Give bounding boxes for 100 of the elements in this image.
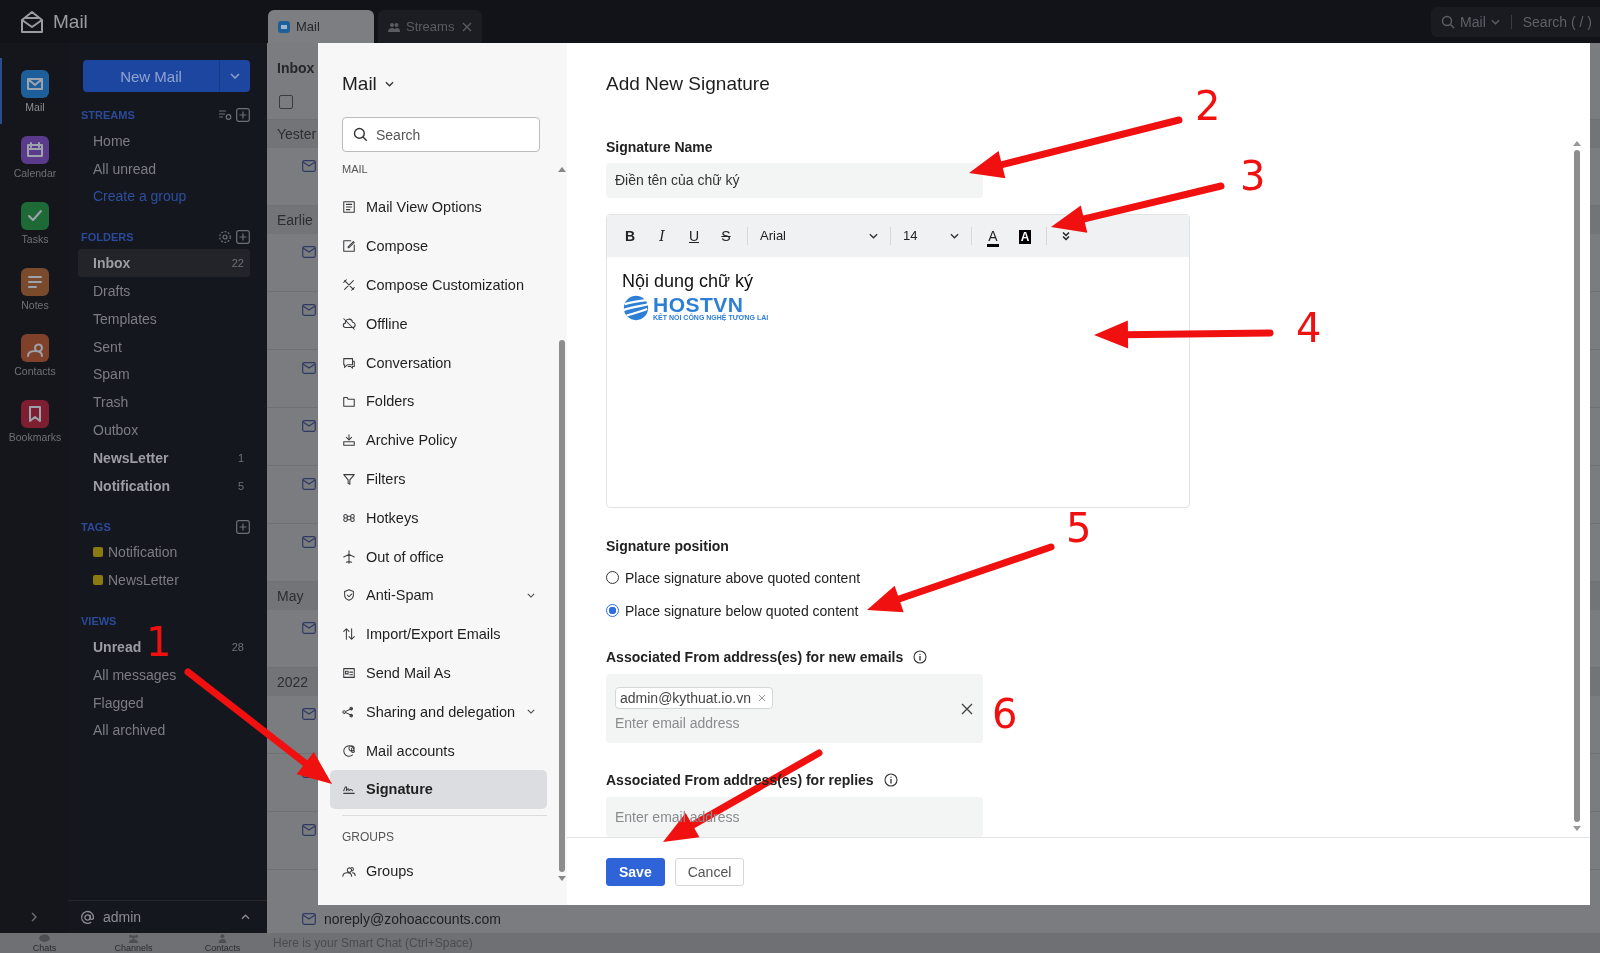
format-button[interactable]: I bbox=[647, 221, 677, 250]
more-chevron-icon[interactable] bbox=[1061, 230, 1071, 241]
app-rail-item[interactable]: Bookmarks bbox=[0, 388, 68, 454]
settings-menu-item[interactable]: Sharing and delegation bbox=[330, 692, 547, 732]
highlight-button[interactable]: A bbox=[1010, 221, 1040, 250]
scroll-down-icon[interactable] bbox=[1573, 826, 1581, 831]
close-icon[interactable] bbox=[462, 21, 472, 32]
add-icon[interactable] bbox=[236, 519, 250, 534]
app-icon bbox=[21, 333, 49, 362]
view-item[interactable]: Unread bbox=[93, 639, 142, 656]
settings-menu-title[interactable]: Mail bbox=[342, 69, 567, 99]
scroll-down-icon[interactable] bbox=[558, 876, 566, 881]
group-header: Earlie bbox=[277, 212, 313, 228]
checkbox[interactable] bbox=[279, 94, 293, 109]
settings-icon[interactable] bbox=[218, 230, 232, 245]
chat-icon bbox=[342, 355, 356, 370]
envelope-icon bbox=[302, 478, 316, 490]
settings-menu-item[interactable]: Archive Policy bbox=[330, 420, 547, 460]
folder-item[interactable]: Drafts bbox=[78, 277, 250, 305]
remove-icon[interactable] bbox=[757, 693, 766, 702]
settings-menu-item[interactable]: Compose Customization bbox=[330, 265, 547, 305]
field-label: Associated From address(es) for new emails bbox=[606, 649, 904, 666]
search-field[interactable]: Search bbox=[342, 117, 540, 152]
settings-menu-item[interactable]: Mail View Options bbox=[330, 188, 547, 227]
font-size-dropdown[interactable]: 14 bbox=[897, 221, 965, 250]
stream-item[interactable]: All unread bbox=[78, 154, 250, 183]
settings-menu-item[interactable]: Hotkeys bbox=[330, 498, 547, 538]
caret-icon bbox=[384, 81, 394, 87]
save-button[interactable]: Save bbox=[606, 857, 665, 886]
swap-icon bbox=[342, 627, 356, 642]
folder-item[interactable]: Notification 5 bbox=[78, 471, 250, 500]
chevron-right-icon[interactable] bbox=[31, 911, 37, 922]
folder-item[interactable]: Spam bbox=[78, 360, 250, 389]
clear-icon[interactable] bbox=[961, 702, 973, 715]
settings-menu-item[interactable]: Mail accounts bbox=[330, 731, 547, 770]
settings-menu-item[interactable]: Groups bbox=[330, 851, 547, 891]
settings-menu-item[interactable]: Conversation bbox=[330, 343, 547, 382]
settings-menu-item[interactable]: Out of office bbox=[330, 537, 547, 576]
settings-menu-item[interactable]: Signature bbox=[330, 769, 547, 809]
folder-item[interactable]: Outbox bbox=[78, 416, 250, 444]
scroll-up-icon[interactable] bbox=[1573, 141, 1581, 146]
app-rail-item[interactable]: Contacts bbox=[0, 322, 68, 388]
text-color-button[interactable]: A bbox=[978, 221, 1008, 250]
tag-item[interactable]: NewsLetter bbox=[108, 572, 179, 589]
app-rail-item[interactable]: Calendar bbox=[0, 124, 68, 190]
view-item[interactable]: All archived bbox=[93, 722, 166, 739]
app-title: Mail bbox=[53, 10, 88, 33]
person-icon bbox=[216, 933, 229, 943]
tray-icon bbox=[342, 433, 356, 448]
signature-name-field[interactable]: Điền tên của chữ ký bbox=[606, 162, 983, 198]
settings-menu-item[interactable]: Import/Export Emails bbox=[330, 614, 547, 654]
group-header: Yester bbox=[277, 126, 317, 142]
annotation-number: 3 bbox=[1240, 156, 1266, 196]
filter-settings-icon[interactable] bbox=[218, 108, 232, 122]
settings-menu-item[interactable]: Filters bbox=[330, 459, 547, 499]
info-icon[interactable] bbox=[913, 650, 928, 665]
settings-menu-item[interactable]: Folders bbox=[330, 382, 547, 421]
folder-item[interactable]: Sent bbox=[78, 332, 250, 361]
share-icon bbox=[342, 704, 356, 719]
view-item[interactable]: Flagged bbox=[93, 694, 144, 711]
radio-option[interactable]: Place signature below quoted content bbox=[606, 600, 859, 621]
stream-item[interactable]: Home bbox=[78, 127, 250, 155]
app-icon bbox=[21, 135, 49, 164]
format-button[interactable]: S bbox=[711, 221, 741, 250]
new-mail-button[interactable]: New Mail bbox=[83, 60, 250, 92]
caret-up-icon[interactable] bbox=[241, 914, 250, 920]
section-title: GROUPS bbox=[342, 829, 394, 844]
add-icon[interactable] bbox=[236, 230, 250, 245]
add-icon[interactable] bbox=[236, 108, 250, 122]
annotation-number: 6 bbox=[992, 694, 1018, 734]
folder-item[interactable]: NewsLetter 1 bbox=[78, 443, 250, 472]
group-header: 2022 bbox=[277, 674, 309, 690]
email-address-field[interactable]: admin@kythuat.io.vn Enter email address bbox=[606, 674, 983, 743]
chat-bubble-icon bbox=[38, 933, 51, 943]
format-button[interactable]: U bbox=[679, 221, 709, 250]
settings-menu-item[interactable]: Compose bbox=[330, 226, 547, 266]
info-icon[interactable] bbox=[883, 773, 898, 787]
app-rail-item[interactable]: Tasks bbox=[0, 190, 68, 256]
card-icon bbox=[342, 665, 356, 680]
settings-menu-item[interactable]: Send Mail As bbox=[330, 653, 547, 693]
font-dropdown[interactable]: Arial bbox=[754, 221, 884, 250]
account-name[interactable]: admin bbox=[103, 909, 142, 925]
people-icon bbox=[342, 864, 356, 879]
email-chip[interactable]: admin@kythuat.io.vn bbox=[615, 686, 773, 709]
settings-menu-item[interactable]: Anti-Spam bbox=[330, 575, 547, 615]
tag-item[interactable]: Notification bbox=[108, 544, 178, 561]
list-icon bbox=[342, 200, 356, 215]
filter-icon bbox=[342, 471, 356, 486]
folder-item[interactable]: Templates bbox=[78, 305, 250, 333]
scroll-up-icon[interactable] bbox=[558, 167, 566, 172]
app-rail-item[interactable]: Notes bbox=[0, 256, 68, 322]
settings-menu-item[interactable]: Offline bbox=[330, 304, 547, 344]
radio-option[interactable]: Place signature above quoted content bbox=[606, 568, 861, 588]
view-item[interactable]: All messages bbox=[93, 666, 177, 683]
format-button[interactable]: B bbox=[615, 221, 645, 250]
app-tab[interactable]: Mail bbox=[268, 10, 374, 43]
search-icon bbox=[1441, 14, 1456, 29]
folder-item[interactable]: Trash bbox=[78, 388, 250, 417]
cancel-button[interactable]: Cancel bbox=[674, 857, 745, 886]
folder-item[interactable]: Inbox 22 bbox=[78, 249, 250, 278]
